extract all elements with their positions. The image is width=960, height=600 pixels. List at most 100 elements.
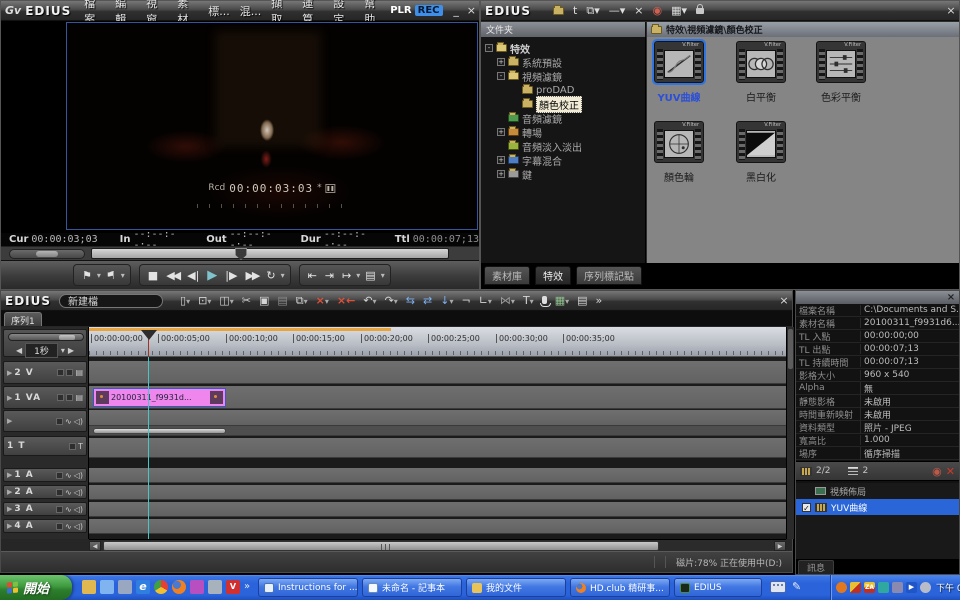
tree-item-audio-crossfade[interactable]: 音頻淡入淡出: [481, 139, 645, 153]
expander-icon[interactable]: -: [485, 44, 493, 52]
effects-close-icon[interactable]: ×: [943, 4, 959, 17]
track-lane-4a[interactable]: [89, 519, 786, 534]
swap-effect-icon[interactable]: ◉: [932, 465, 942, 478]
taskbar-window-hdclub[interactable]: HD.club 精研事...: [570, 578, 670, 597]
speaker-icon[interactable]: ◁): [74, 417, 83, 426]
quick-launch-media-icon[interactable]: V: [226, 580, 240, 594]
add-cut-point-icon[interactable]: ↓▾: [437, 294, 456, 307]
effect-row-video-layout[interactable]: 視頻佈局: [796, 483, 959, 499]
expand-icon[interactable]: ▶: [7, 417, 12, 425]
clip-out-handle[interactable]: [210, 391, 223, 404]
minimize-icon[interactable]: _: [449, 4, 464, 17]
track-lane-2a[interactable]: [89, 485, 786, 500]
save-project-icon[interactable]: ◫▾: [216, 294, 236, 307]
tray-zonealarm-icon[interactable]: ZA: [864, 582, 875, 593]
tray-utility-icon[interactable]: [878, 582, 889, 593]
color-swap-icon[interactable]: ◉: [652, 4, 662, 17]
project-name-input[interactable]: [59, 294, 163, 308]
menu-marker[interactable]: 標...: [203, 3, 235, 19]
speaker-icon[interactable]: ◁): [74, 505, 83, 514]
menu-mix[interactable]: 混...: [235, 3, 267, 19]
folder-icon[interactable]: [553, 7, 564, 15]
track-lane-1va-rubberband[interactable]: [89, 426, 786, 436]
play-icon[interactable]: [203, 268, 221, 283]
taskbar-window-edius[interactable]: EDIUS: [674, 578, 762, 597]
effect-yuv-curve[interactable]: V.Filter: [654, 41, 704, 83]
tree-item-audio-filters[interactable]: 音頻濾鏡: [481, 111, 645, 125]
firefox-icon[interactable]: [172, 580, 186, 594]
chrome-icon[interactable]: [154, 580, 168, 594]
lock-icon[interactable]: [69, 443, 76, 450]
zoom-slider[interactable]: [8, 333, 84, 341]
tree-item-key[interactable]: + 鍵: [481, 167, 645, 181]
rewind-icon[interactable]: [162, 269, 183, 282]
pen-input-icon[interactable]: ✎: [792, 580, 801, 593]
tree-item-video-filters[interactable]: - 視頻濾鏡: [481, 69, 645, 83]
paste-icon[interactable]: ▤: [274, 294, 290, 307]
checkbox-checked-icon[interactable]: ✓: [802, 503, 811, 512]
next-frame-icon[interactable]: [221, 269, 241, 282]
export-icon[interactable]: ▤: [574, 294, 590, 307]
tab-effects[interactable]: 特效: [535, 266, 571, 285]
mute-icon[interactable]: [56, 418, 63, 425]
lock-icon[interactable]: [57, 394, 64, 401]
expand-icon[interactable]: ▶: [7, 471, 12, 479]
thumbnail-mode-icon[interactable]: ▤: [75, 393, 83, 402]
undo-icon[interactable]: ↶▾: [360, 294, 379, 307]
delete-effect-icon[interactable]: ×: [634, 4, 643, 17]
track-header-4a[interactable]: ▶ 4 A ∿◁): [3, 519, 87, 533]
horizontal-scrollbar[interactable]: ◀ ▶: [89, 539, 786, 551]
loop-playback-icon[interactable]: [262, 269, 279, 282]
tab-sequence-markers[interactable]: 序列標記點: [576, 266, 642, 285]
playhead-handle[interactable]: [141, 330, 157, 340]
rec-mode-button[interactable]: REC: [415, 5, 443, 16]
marker-dropdown-icon[interactable]: [96, 271, 102, 280]
replace-icon[interactable]: ⧉▾: [293, 294, 311, 308]
zoom-left-icon[interactable]: ◀: [16, 346, 22, 355]
quick-launch-document-icon[interactable]: [100, 580, 114, 594]
microphone-icon[interactable]: [539, 294, 550, 307]
quick-launch-messenger-icon[interactable]: [190, 580, 204, 594]
effect-white-balance[interactable]: V.Filter: [736, 41, 786, 83]
timeline-close-icon[interactable]: ×: [776, 294, 792, 307]
redo-icon[interactable]: ↷▾: [382, 294, 401, 307]
timeline-clip[interactable]: 20100311_f9931d...: [93, 388, 226, 407]
track-lane-3a[interactable]: [89, 502, 786, 517]
expander-icon[interactable]: +: [497, 170, 505, 178]
visibility-icon[interactable]: [66, 394, 73, 401]
tray-messenger-icon[interactable]: [836, 582, 847, 593]
ripple-mode-icon[interactable]: ⇆: [403, 294, 418, 307]
clip-audio-strip[interactable]: [93, 428, 226, 434]
tab-sequence-1[interactable]: 序列1: [4, 312, 42, 326]
expander-icon[interactable]: +: [497, 128, 505, 136]
effect-row-yuv-curve[interactable]: ✓ YUV曲線: [796, 499, 959, 515]
timeline-ruler[interactable]: 00:00:00;00 00:00:05;00 00:00:10;00 00:0…: [89, 327, 786, 357]
zoom-right-icon[interactable]: ▶: [68, 346, 74, 355]
vertical-scrollbar[interactable]: [786, 327, 794, 539]
seek-slider[interactable]: [91, 248, 449, 259]
taskbar-window-instructions[interactable]: Instructions for ...: [258, 578, 358, 597]
shuttle-slider[interactable]: [9, 249, 85, 259]
keyboard-layout-icon[interactable]: [770, 581, 786, 593]
remove-cut-point-icon[interactable]: ¬: [458, 294, 473, 307]
tree-item-effects-root[interactable]: - 特效: [481, 41, 645, 55]
track-lane-1t[interactable]: [89, 438, 786, 458]
expander-icon[interactable]: -: [497, 72, 505, 80]
taskbar-window-my-documents[interactable]: 我的文件: [466, 578, 566, 597]
scroll-left-icon[interactable]: ◀: [89, 541, 101, 551]
track-lane-1a[interactable]: [89, 468, 786, 483]
tray-security-shield-icon[interactable]: [850, 582, 861, 593]
seek-thumb[interactable]: [235, 248, 247, 260]
title-track-icon[interactable]: T: [78, 442, 83, 451]
track-header-1va[interactable]: ▶ 1 VA ▤: [3, 386, 87, 409]
tree-item-title-mixer[interactable]: + 字幕混合: [481, 153, 645, 167]
tab-asset-library[interactable]: 素材庫: [484, 266, 530, 285]
lock-icon[interactable]: [56, 472, 63, 479]
trim-mode-icon[interactable]: ∟▾: [476, 294, 495, 307]
expand-icon[interactable]: ▶: [7, 488, 12, 496]
thumbnail-mode-icon[interactable]: ▤: [75, 368, 83, 377]
stop-icon[interactable]: [144, 269, 162, 282]
plr-mode-button[interactable]: PLR: [390, 5, 411, 16]
copy-icon[interactable]: ▣: [256, 294, 272, 307]
speaker-icon[interactable]: ◁): [74, 471, 83, 480]
